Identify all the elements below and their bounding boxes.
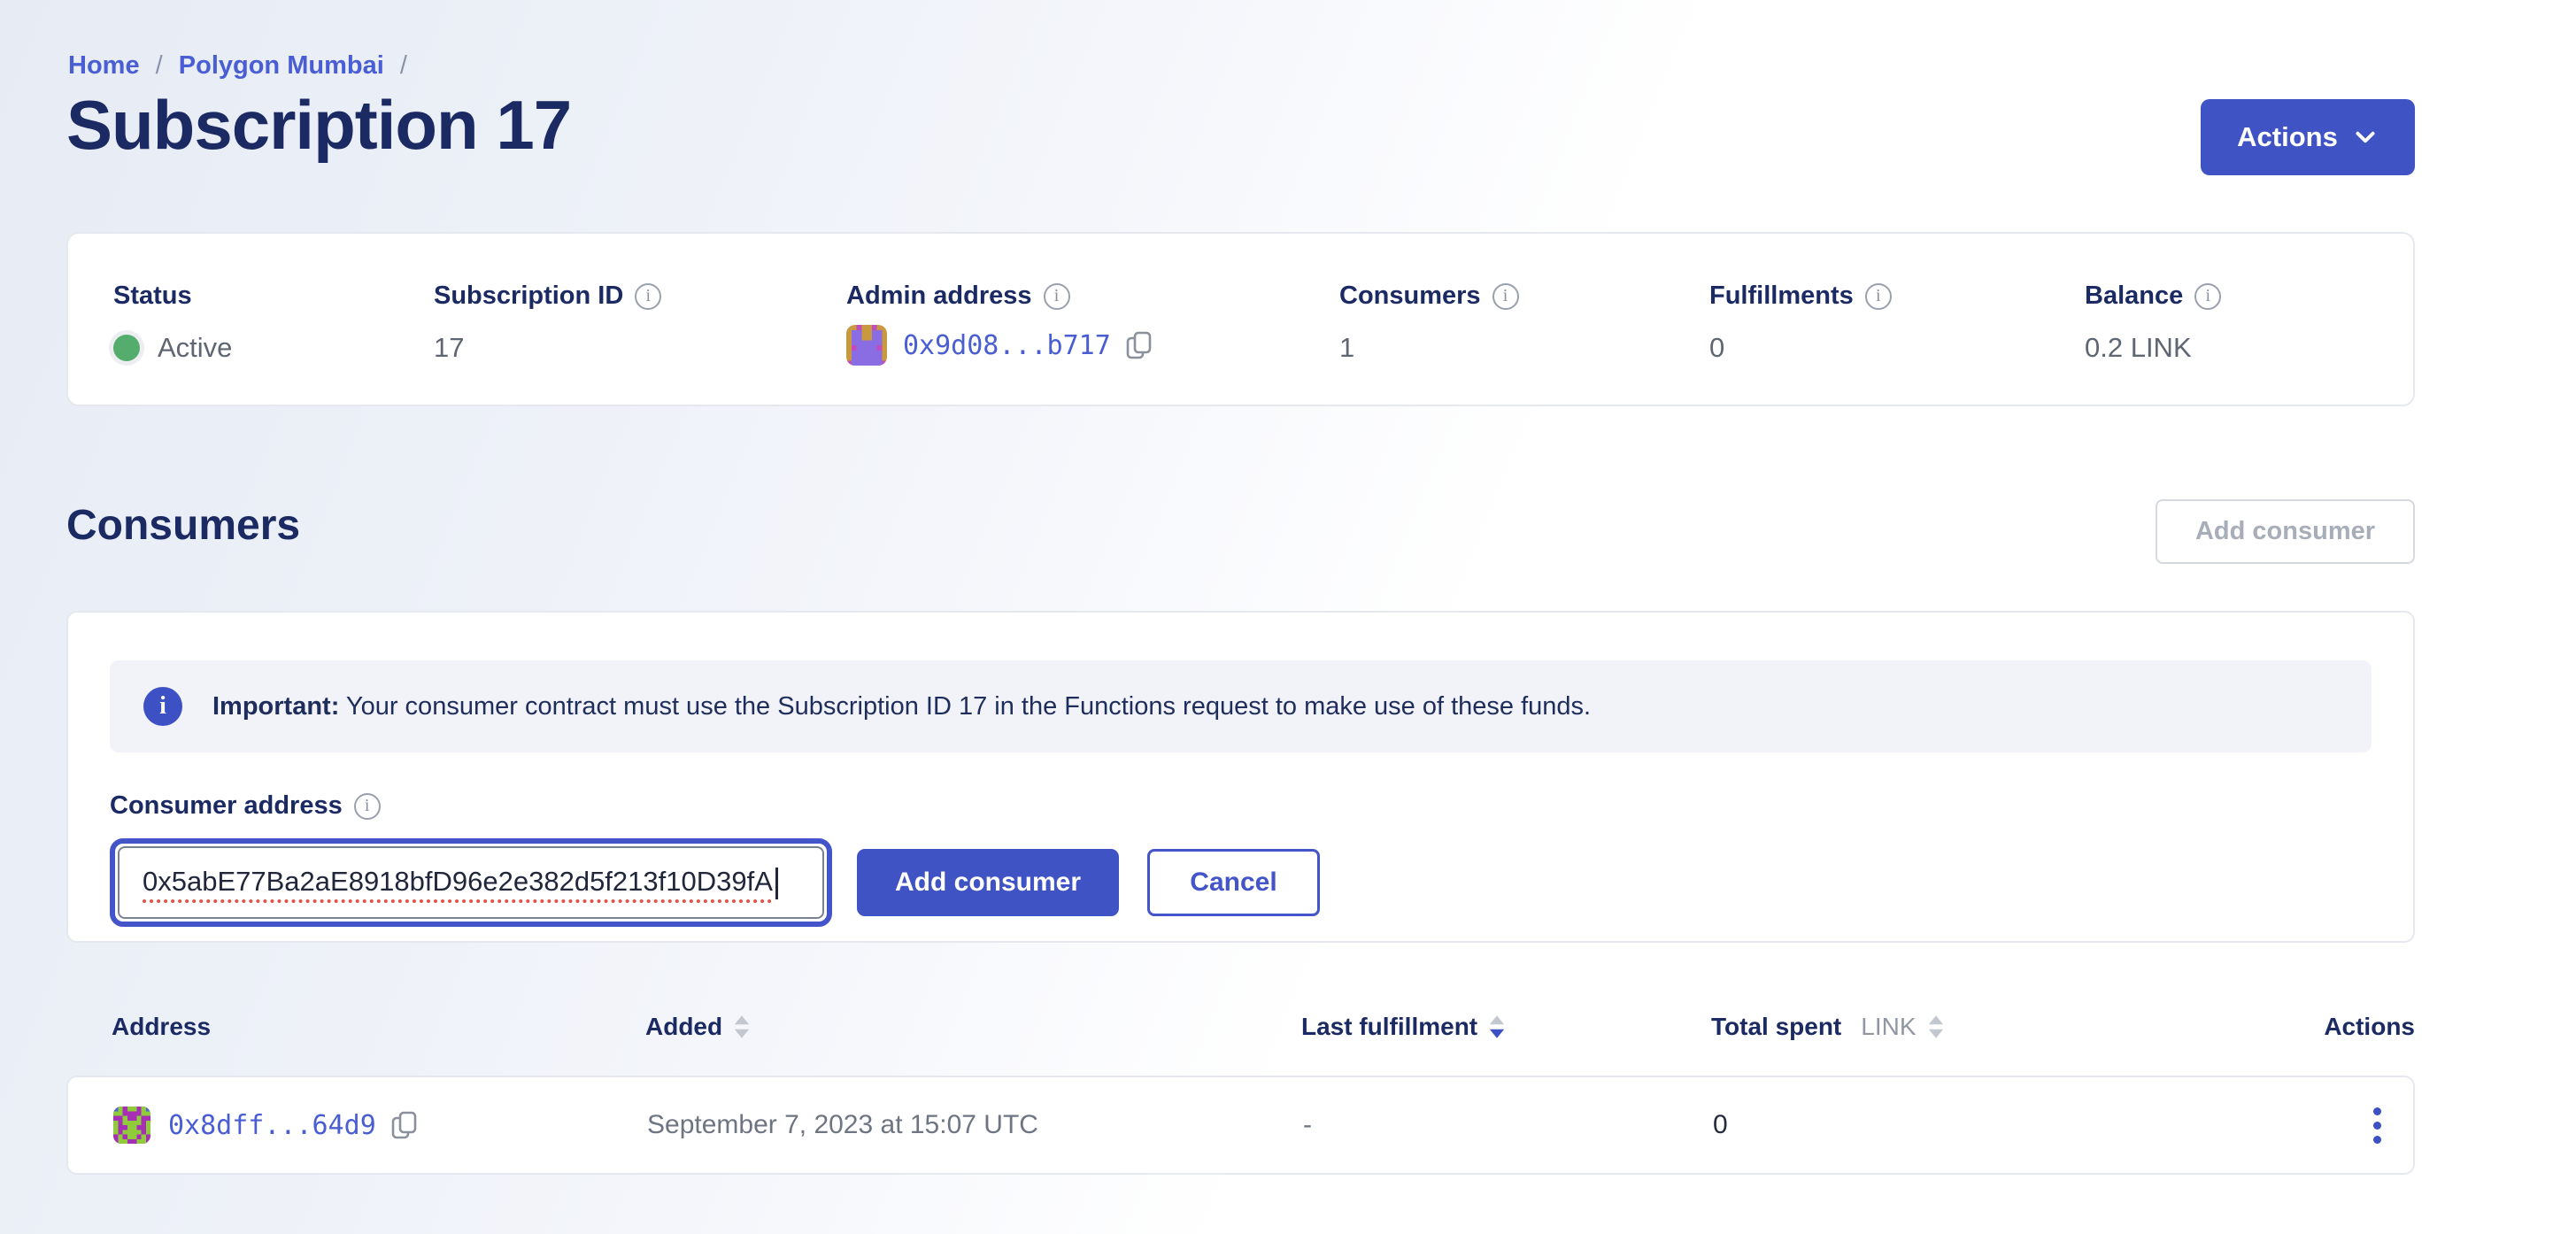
breadcrumb-network-link[interactable]: Polygon Mumbai [179, 51, 384, 80]
consumer-address-input-value: 0x5abE77Ba2aE8918bfD96e2e382d5f213f10D39… [143, 866, 773, 897]
add-consumer-submit-button[interactable]: Add consumer [857, 849, 1119, 916]
info-icon[interactable]: i [1492, 283, 1519, 310]
balance-value: 0.2 LINK [2085, 332, 2192, 364]
sort-icon[interactable] [1927, 1013, 1945, 1041]
info-icon[interactable]: i [635, 283, 661, 310]
cancel-button[interactable]: Cancel [1147, 849, 1320, 916]
total-spent-header-label: Total spent [1711, 1013, 1841, 1041]
main-content: Home / Polygon Mumbai / Subscription 17 … [66, 0, 2415, 1234]
banner-text: Important: Your consumer contract must u… [212, 692, 1591, 721]
last-fulfillment-header-label: Last fulfillment [1301, 1013, 1477, 1041]
info-icon[interactable]: i [1044, 283, 1070, 310]
important-banner: i Important: Your consumer contract must… [110, 660, 2372, 752]
copy-icon[interactable] [390, 1109, 419, 1141]
consumer-identicon-avatar [113, 1107, 150, 1144]
text-caret [775, 868, 778, 899]
copy-icon[interactable] [1125, 329, 1153, 361]
info-icon[interactable]: i [1865, 283, 1892, 310]
consumers-value: 1 [1339, 332, 1354, 364]
add-consumer-form-card: i Important: Your consumer contract must… [66, 611, 2415, 943]
consumer-address-field-label: Consumer address i [110, 791, 2372, 821]
sort-icon-descending[interactable] [1488, 1013, 1506, 1041]
breadcrumb-separator: / [156, 51, 163, 80]
column-header-last-fulfillment[interactable]: Last fulfillment [1301, 1013, 1711, 1041]
stat-status: Status Active [113, 282, 434, 405]
stat-fulfillments: Fulfillments i 0 [1709, 282, 2085, 405]
fulfillments-value: 0 [1709, 332, 1724, 364]
consumer-table-row: 0x8dff...64d9 September 7, 2023 at 15:07… [66, 1076, 2415, 1175]
fulfillments-label: Fulfillments [1709, 282, 1854, 311]
row-added-cell: September 7, 2023 at 15:07 UTC [647, 1110, 1303, 1140]
row-last-fulfillment-cell: - [1303, 1110, 1713, 1140]
consumer-address-link[interactable]: 0x8dff...64d9 [168, 1110, 376, 1141]
banner-emphasis: Important: [212, 692, 339, 721]
kebab-menu-icon[interactable] [2368, 1102, 2387, 1149]
actions-header-label: Actions [2324, 1013, 2415, 1041]
subscription-summary-card: Status Active Subscription ID i 17 Admin… [66, 232, 2415, 406]
consumers-label: Consumers [1339, 282, 1481, 311]
consumer-address-input[interactable]: 0x5abE77Ba2aE8918bfD96e2e382d5f213f10D39… [118, 846, 824, 919]
status-active-dot [113, 335, 140, 361]
info-icon[interactable]: i [2194, 283, 2221, 310]
total-spent-unit-label: LINK [1861, 1013, 1916, 1041]
stat-admin-address: Admin address i 0x9d08...b717 [846, 282, 1339, 405]
column-header-total-spent[interactable]: Total spent LINK [1711, 1013, 2284, 1041]
row-actions-cell [2286, 1102, 2413, 1149]
added-header-label: Added [645, 1013, 722, 1041]
balance-label: Balance [2085, 282, 2183, 311]
info-filled-icon: i [143, 687, 182, 726]
banner-message: Your consumer contract must use the Subs… [339, 692, 1591, 721]
chevron-down-icon [2352, 124, 2379, 150]
subscription-id-label: Subscription ID [434, 282, 623, 311]
consumers-table-header: Address Added Last fulfillment Total spe… [66, 999, 2415, 1055]
status-value: Active [158, 332, 232, 364]
column-header-added[interactable]: Added [645, 1013, 1301, 1041]
subscription-id-value: 17 [434, 332, 464, 364]
actions-button-label: Actions [2237, 121, 2338, 153]
row-address-cell: 0x8dff...64d9 [113, 1107, 647, 1144]
stat-balance: Balance i 0.2 LINK [2085, 282, 2221, 405]
status-label: Status [113, 282, 192, 311]
row-total-spent-cell: 0 [1713, 1110, 2286, 1140]
consumer-address-label: Consumer address [110, 791, 343, 821]
actions-button[interactable]: Actions [2201, 99, 2415, 175]
stat-consumers: Consumers i 1 [1339, 282, 1709, 405]
consumers-section-heading: Consumers [66, 501, 300, 550]
breadcrumb: Home / Polygon Mumbai / [68, 51, 416, 81]
admin-identicon-avatar [846, 325, 887, 366]
stat-subscription-id: Subscription ID i 17 [434, 282, 846, 405]
admin-address-link[interactable]: 0x9d08...b717 [903, 330, 1111, 361]
column-header-actions: Actions [2284, 1013, 2415, 1041]
page-title: Subscription 17 [66, 85, 571, 166]
add-consumer-button-disabled[interactable]: Add consumer [2156, 499, 2415, 564]
sort-icon[interactable] [733, 1013, 751, 1041]
breadcrumb-separator: / [400, 51, 407, 80]
admin-address-label: Admin address [846, 282, 1032, 311]
info-icon[interactable]: i [354, 793, 381, 820]
consumer-address-input-focus-ring: 0x5abE77Ba2aE8918bfD96e2e382d5f213f10D39… [110, 838, 832, 927]
address-header-label: Address [112, 1013, 211, 1041]
column-header-address: Address [112, 1013, 645, 1041]
add-consumer-form-row: 0x5abE77Ba2aE8918bfD96e2e382d5f213f10D39… [110, 838, 2372, 927]
breadcrumb-home-link[interactable]: Home [68, 51, 140, 80]
